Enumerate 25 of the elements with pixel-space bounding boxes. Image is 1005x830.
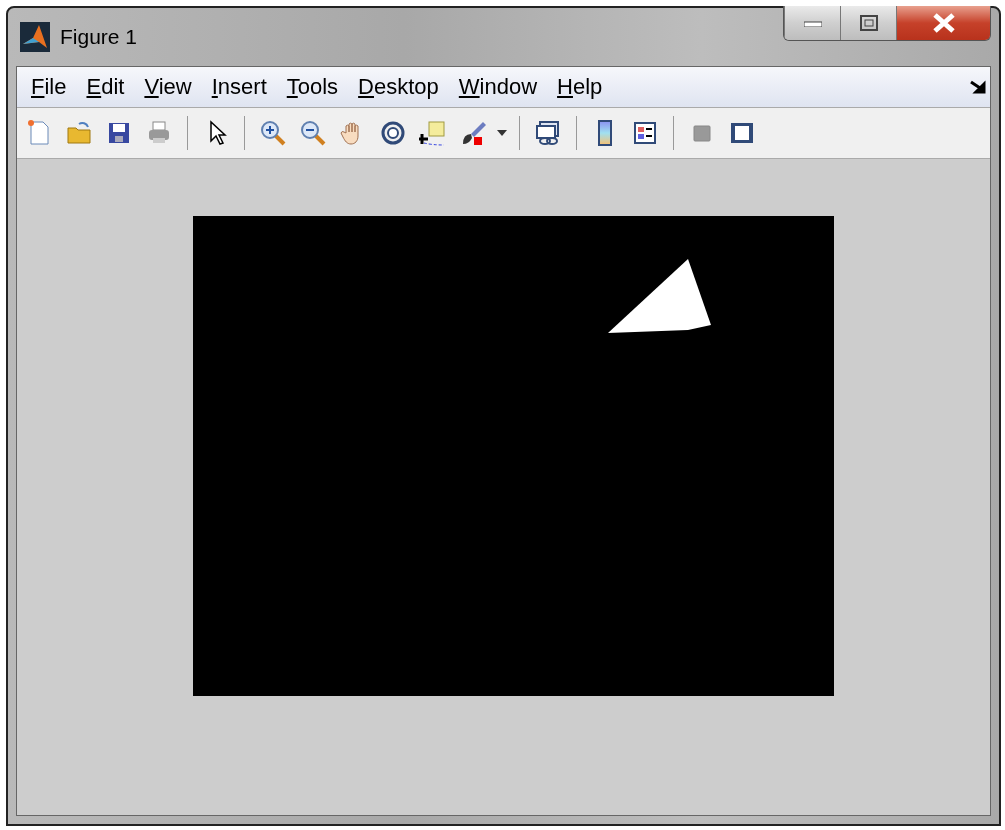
menu-item[interactable]: Help (547, 74, 613, 100)
maximize-icon (859, 15, 878, 31)
zoom-out-icon (299, 119, 327, 147)
menu-item[interactable]: Tools (276, 74, 349, 100)
data-cursor-icon (419, 119, 447, 147)
dock-arrow-icon[interactable] (970, 80, 986, 94)
zoom-in-icon (259, 119, 287, 147)
menu-item[interactable]: Window (448, 74, 548, 100)
dropdown-caret-icon[interactable] (497, 130, 507, 136)
menu-item[interactable]: Edit (76, 74, 135, 100)
minimize-icon (803, 19, 822, 27)
minimize-button[interactable] (784, 6, 840, 40)
rotate-icon (379, 119, 407, 147)
folder-icon (65, 119, 93, 147)
menu-item[interactable]: Desktop (348, 74, 449, 100)
window-title: Figure 1 (60, 25, 139, 49)
legend-icon (631, 119, 659, 147)
menu-item[interactable]: Insert (201, 74, 277, 100)
close-button[interactable] (896, 6, 990, 40)
app-logo-icon (20, 22, 50, 52)
menu-item[interactable]: View (134, 74, 202, 100)
maximize-button[interactable] (840, 6, 896, 40)
link-icon (534, 119, 562, 147)
menu-item[interactable]: File (21, 74, 77, 100)
close-icon (931, 13, 956, 33)
